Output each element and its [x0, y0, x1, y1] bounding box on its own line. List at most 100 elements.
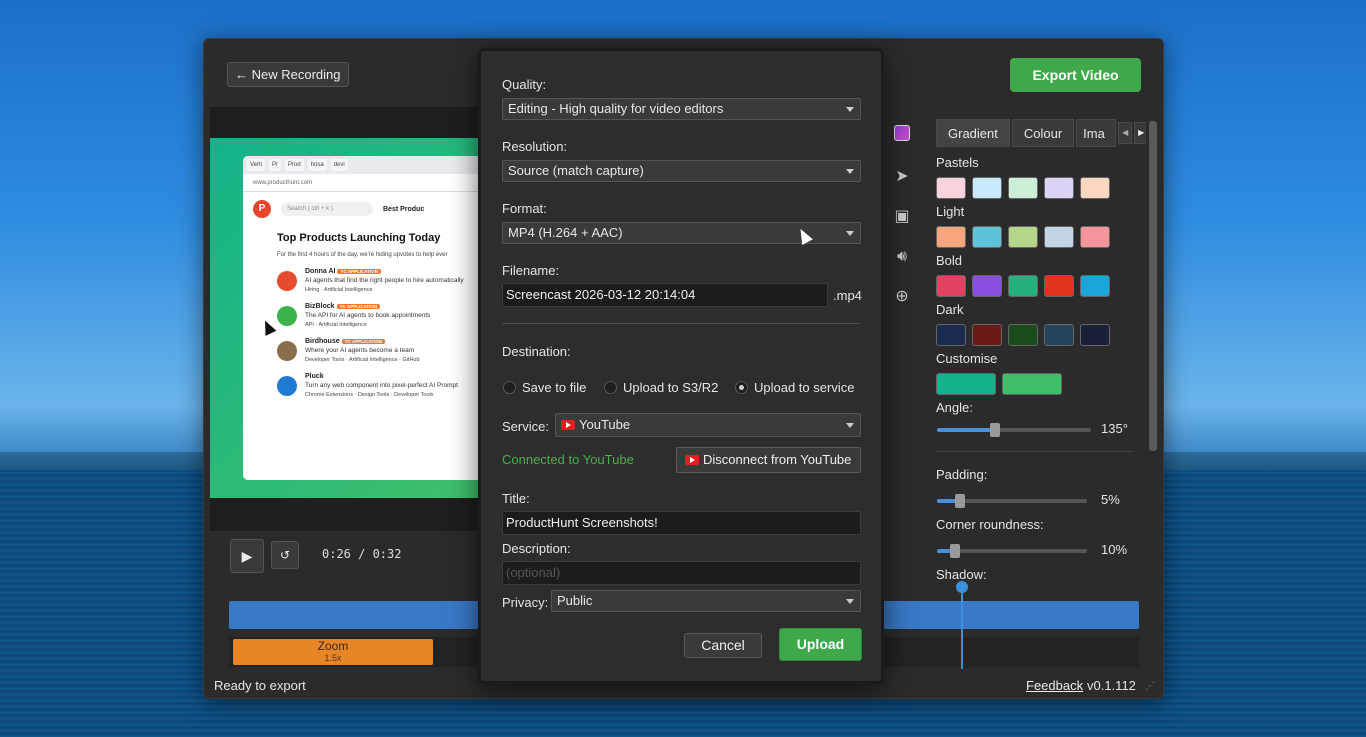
- product-logo-icon: [277, 271, 297, 291]
- corner-label: Corner roundness:: [936, 517, 1044, 532]
- format-value: MP4 (H.264 + AAC): [508, 225, 623, 240]
- padding-slider[interactable]: [937, 494, 1087, 508]
- ph-product-item: Birdhouse YC APPLICATION Where your AI age…: [243, 328, 482, 363]
- filename-label: Filename:: [502, 263, 560, 278]
- resize-grip-icon[interactable]: ⋰: [1145, 681, 1155, 692]
- color-swatch[interactable]: [936, 177, 966, 199]
- color-swatch[interactable]: [1008, 226, 1038, 248]
- privacy-select[interactable]: Public: [551, 590, 861, 612]
- tool-sidebar: ➤ ▣ 🔊︎ ⊕: [890, 121, 914, 325]
- audio-icon[interactable]: 🔊︎: [890, 245, 914, 269]
- ph-header: P Search ( ctrl + k ) Best Produc: [243, 192, 482, 226]
- color-swatch[interactable]: [1044, 324, 1074, 346]
- title-label: Title:: [502, 491, 530, 506]
- color-swatch[interactable]: [1080, 324, 1110, 346]
- tab-gradient[interactable]: Gradient: [936, 119, 1010, 147]
- radio-label: Save to file: [522, 380, 587, 395]
- radio-upload-service[interactable]: Upload to service: [735, 380, 854, 395]
- product-logo-icon: [277, 376, 297, 396]
- color-swatch[interactable]: [972, 226, 1002, 248]
- cursor-tool-icon[interactable]: ➤: [890, 165, 914, 189]
- product-name: Pluck: [305, 373, 324, 380]
- ph-subheading: For the first 4 hours of the day, we're …: [277, 252, 448, 258]
- color-swatch[interactable]: [1008, 324, 1038, 346]
- preview-browser-screenshot: Verti Pr Prod hosa devi www.producthunt.…: [243, 156, 482, 480]
- product-desc: AI agents that find the right people to …: [305, 277, 464, 284]
- status-text: Ready to export: [214, 678, 306, 693]
- playhead-handle[interactable]: [956, 581, 968, 593]
- radio-indicator: [735, 381, 748, 394]
- color-swatch[interactable]: [936, 275, 966, 297]
- export-dialog: Quality: Editing - High quality for vide…: [478, 48, 884, 684]
- browser-tab: Pr: [269, 159, 282, 171]
- radio-upload-s3[interactable]: Upload to S3/R2: [604, 380, 718, 395]
- radio-indicator: [503, 381, 516, 394]
- browser-tab: Verti: [247, 159, 266, 171]
- scrollbar-thumb[interactable]: [1149, 121, 1157, 451]
- product-tags: Chrome Extensions · Design Tools · Devel…: [305, 392, 434, 398]
- camera-overlay-icon[interactable]: ▣: [890, 205, 914, 229]
- tab-colour[interactable]: Colour: [1011, 119, 1075, 147]
- color-swatch[interactable]: [1008, 177, 1038, 199]
- corner-slider[interactable]: [937, 544, 1087, 558]
- resolution-select[interactable]: Source (match capture): [502, 160, 861, 182]
- playhead[interactable]: [961, 585, 963, 669]
- color-swatch[interactable]: [1002, 373, 1062, 395]
- zoom-clip[interactable]: Zoom 1.5x: [233, 639, 433, 665]
- panel-divider: [936, 451, 1132, 452]
- radio-save-to-file[interactable]: Save to file: [503, 380, 586, 395]
- service-select[interactable]: YouTube: [555, 413, 861, 437]
- filename-input[interactable]: Screencast 2026-03-12 20:14:04: [502, 283, 828, 307]
- service-value: YouTube: [579, 417, 631, 432]
- ph-product-item: Donna AI YC APPLICATION AI agents that fin…: [243, 258, 482, 293]
- color-swatch[interactable]: [972, 177, 1002, 199]
- export-video-button[interactable]: Export Video: [1010, 58, 1141, 92]
- radio-label: Upload to S3/R2: [623, 380, 719, 395]
- color-swatch[interactable]: [936, 324, 966, 346]
- corner-value: 10%: [1101, 542, 1128, 557]
- padding-label: Padding:: [936, 467, 988, 482]
- color-swatch[interactable]: [936, 226, 966, 248]
- product-desc: Where your AI agents become a team: [305, 347, 415, 354]
- description-label: Description:: [502, 541, 571, 556]
- upload-button[interactable]: Upload: [779, 628, 862, 661]
- color-swatch[interactable]: [972, 275, 1002, 297]
- color-swatch[interactable]: [1044, 177, 1074, 199]
- color-swatch[interactable]: [1044, 275, 1074, 297]
- video-preview[interactable]: Verti Pr Prod hosa devi www.producthunt.…: [210, 138, 482, 498]
- format-label: Format:: [502, 201, 547, 216]
- feedback-link[interactable]: Feedback: [1026, 678, 1083, 693]
- color-swatch[interactable]: [1008, 275, 1038, 297]
- color-swatch[interactable]: [1080, 177, 1110, 199]
- background-panel: Gradient Colour Ima ◀ ▶ Pastels Light Bo…: [930, 107, 1149, 582]
- chevron-down-icon: [846, 169, 854, 174]
- angle-slider[interactable]: [937, 423, 1091, 437]
- color-swatch[interactable]: [1080, 275, 1110, 297]
- cancel-button[interactable]: Cancel: [684, 633, 762, 658]
- loop-button[interactable]: ↺: [271, 541, 299, 569]
- quality-select[interactable]: Editing - High quality for video editors: [502, 98, 861, 120]
- description-input[interactable]: (optional): [502, 561, 861, 585]
- zoom-icon[interactable]: ⊕: [890, 285, 914, 309]
- color-swatch[interactable]: [972, 324, 1002, 346]
- destination-label: Destination:: [502, 344, 571, 359]
- ph-product-item: Pluck Turn any web component into pixel-p…: [243, 363, 482, 398]
- ph-heading: Top Products Launching Today: [277, 232, 441, 244]
- ph-product-item: BizBlock YC APPLICATION The API for AI age…: [243, 293, 482, 328]
- play-button[interactable]: ▶: [230, 539, 264, 573]
- color-swatch[interactable]: [936, 373, 996, 395]
- background-tool-icon[interactable]: [890, 125, 914, 149]
- color-swatch[interactable]: [1080, 226, 1110, 248]
- panel-scrollbar[interactable]: [1146, 107, 1160, 579]
- angle-label: Angle:: [936, 400, 973, 415]
- privacy-label: Privacy:: [502, 595, 549, 610]
- ph-search: Search ( ctrl + k ): [281, 202, 373, 216]
- title-input[interactable]: ProductHunt Screenshots!: [502, 511, 861, 535]
- tab-image[interactable]: Ima: [1076, 119, 1117, 147]
- new-recording-button[interactable]: ← New Recording: [227, 62, 349, 87]
- color-swatch[interactable]: [1044, 226, 1074, 248]
- browser-tab: Prod: [285, 159, 304, 171]
- disconnect-youtube-button[interactable]: Disconnect from YouTube: [676, 447, 861, 473]
- chevron-down-icon: [846, 231, 854, 236]
- tab-scroll-left-icon[interactable]: ◀: [1118, 122, 1133, 144]
